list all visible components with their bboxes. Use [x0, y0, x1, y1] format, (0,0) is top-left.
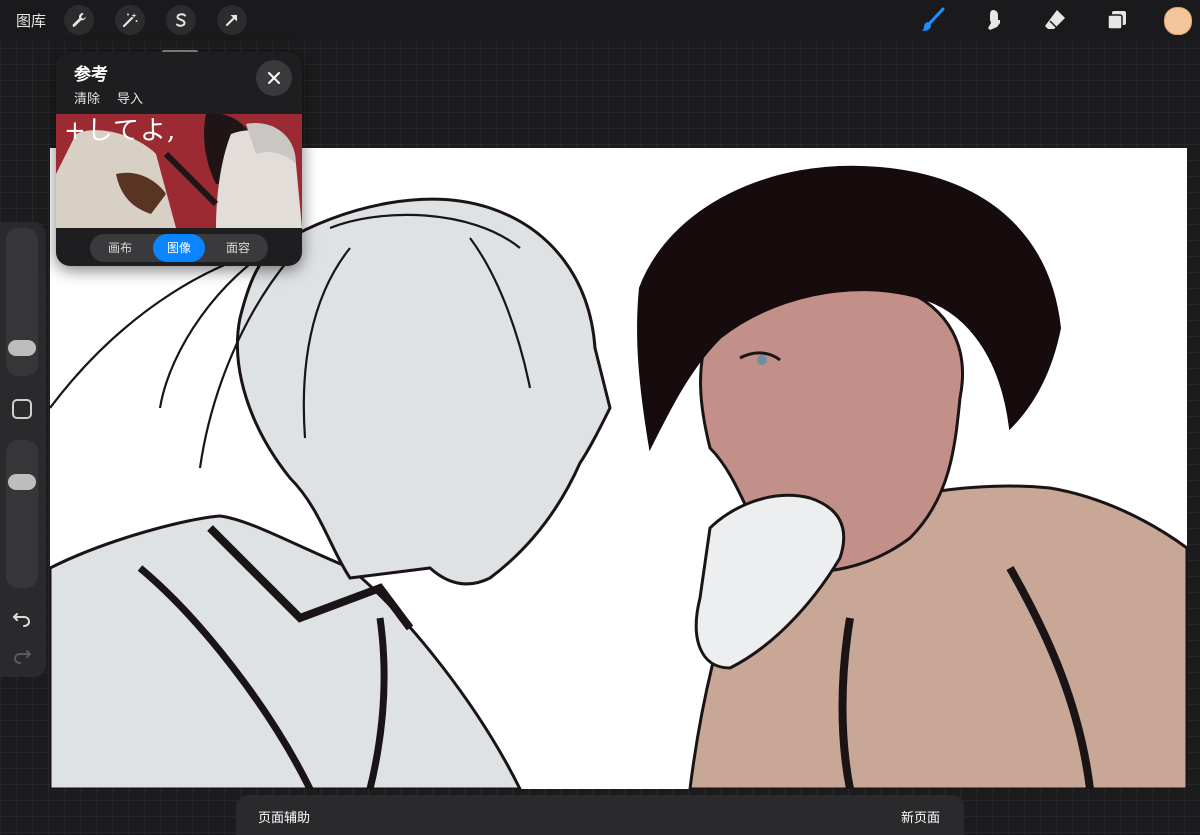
wrench-icon: [72, 13, 86, 27]
eraser-tool-button[interactable]: [1039, 4, 1071, 36]
layers-icon: [1107, 11, 1126, 30]
adjustments-button[interactable]: [115, 5, 145, 35]
undo-button[interactable]: [10, 609, 34, 629]
brush-size-thumb[interactable]: [8, 340, 36, 356]
color-picker-button[interactable]: [1164, 7, 1192, 35]
tab-image[interactable]: 图像: [153, 234, 205, 262]
reference-tabs: 画布 图像 面容: [90, 234, 268, 262]
layers-button[interactable]: [1101, 4, 1133, 36]
opacity-thumb[interactable]: [8, 474, 36, 490]
smudge-tool-button[interactable]: [978, 4, 1010, 36]
actions-button[interactable]: [64, 5, 94, 35]
smudge-icon: [988, 10, 1000, 30]
reference-image[interactable]: +してよ,: [56, 114, 302, 228]
gallery-button[interactable]: 图库: [16, 10, 46, 31]
reference-image-text: +してよ,: [64, 116, 177, 146]
opacity-slider[interactable]: [6, 440, 38, 588]
reference-panel-title: 参考: [74, 65, 108, 84]
modify-button[interactable]: [12, 399, 32, 419]
brush-icon: [922, 7, 945, 31]
tab-canvas[interactable]: 画布: [94, 234, 146, 262]
transform-arrow-icon: [225, 14, 238, 27]
redo-icon: [13, 650, 31, 664]
top-toolbar: 图库: [0, 0, 1200, 40]
bottom-page-bar: 页面辅助 新页面: [236, 795, 964, 835]
brush-size-slider[interactable]: [6, 228, 38, 376]
reference-clear-button[interactable]: 清除: [74, 88, 100, 107]
brush-tool-button[interactable]: [917, 4, 949, 36]
reference-import-button[interactable]: 导入: [117, 88, 143, 107]
close-icon: [268, 72, 280, 84]
undo-icon: [13, 613, 31, 627]
eraser-icon: [1045, 10, 1065, 29]
reference-panel: 参考 清除 导入 +してよ, 画布 图像 面容: [56, 52, 302, 266]
selection-s-icon: [176, 13, 186, 27]
page-assist-button[interactable]: 页面辅助: [258, 807, 310, 826]
redo-button[interactable]: [10, 646, 34, 666]
new-page-button[interactable]: 新页面: [901, 807, 940, 826]
left-sidebar: [0, 222, 46, 677]
right-figure-iris: [757, 355, 767, 365]
selection-button[interactable]: [166, 5, 196, 35]
tab-face[interactable]: 面容: [212, 234, 264, 262]
magic-wand-icon: [122, 13, 138, 28]
reference-close-button[interactable]: [256, 60, 292, 96]
transform-button[interactable]: [217, 5, 247, 35]
